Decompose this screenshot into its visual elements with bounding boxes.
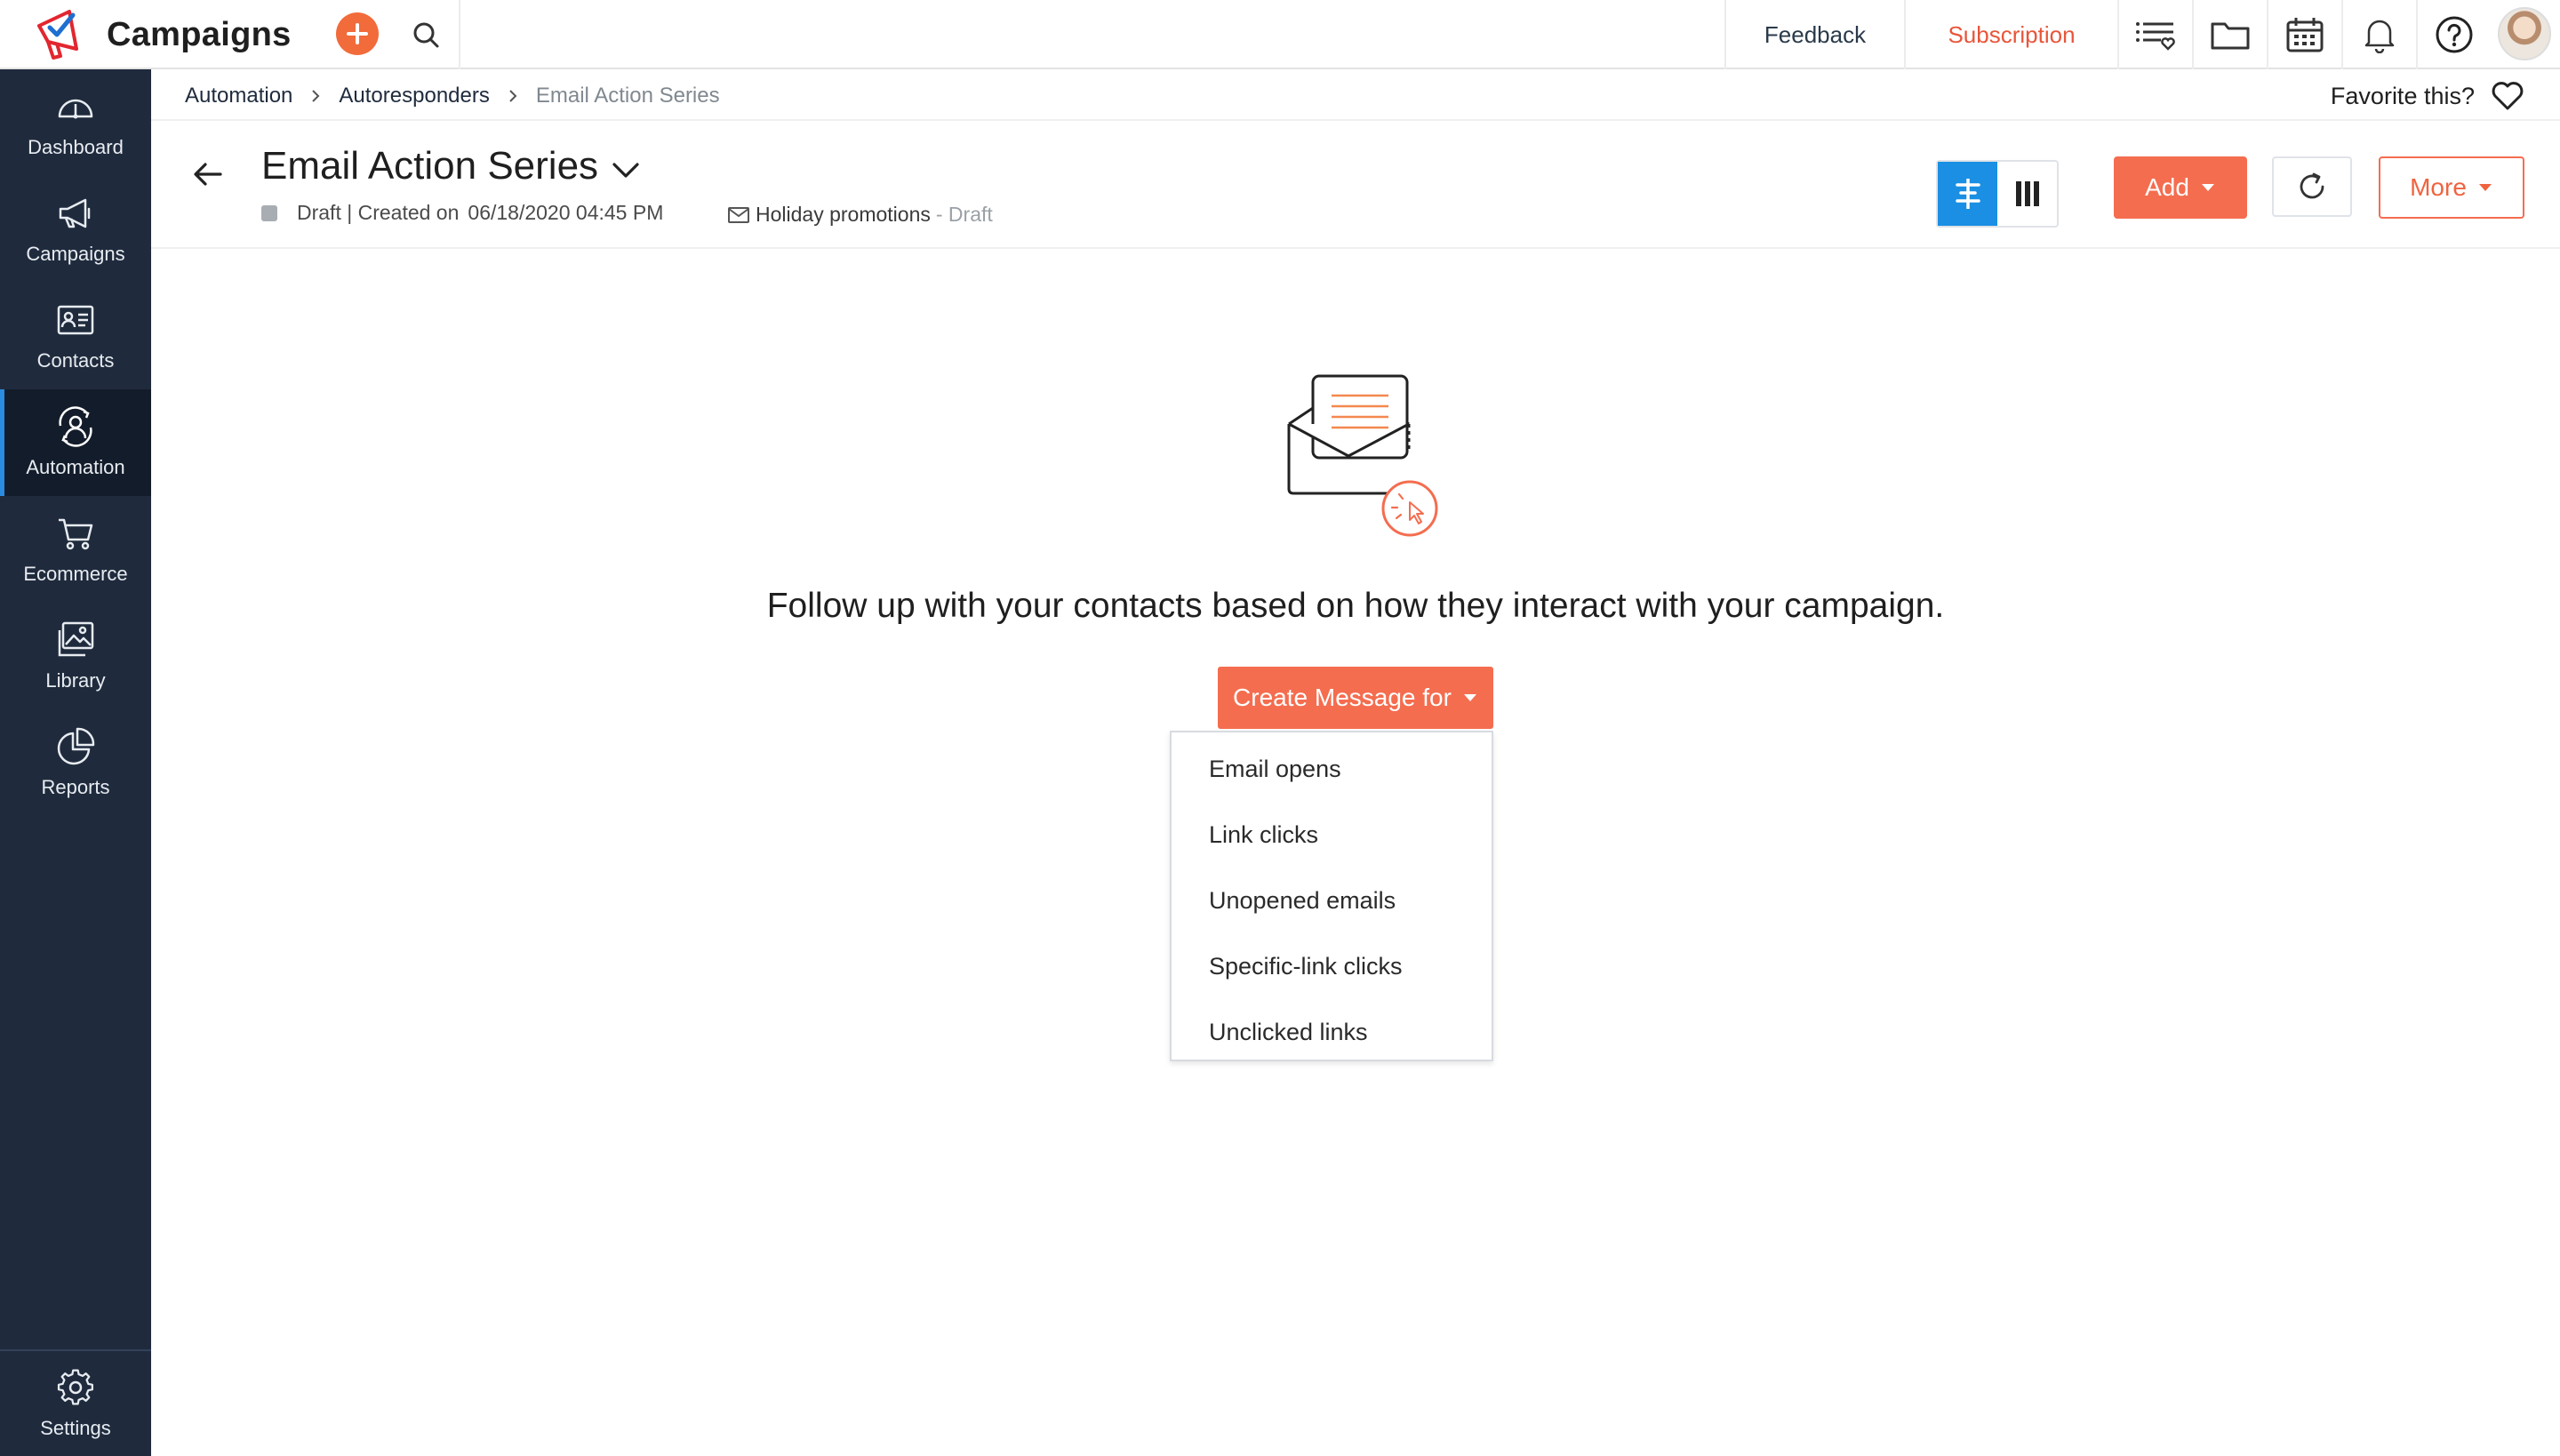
linked-campaign-name[interactable]: Holiday promotions <box>756 203 931 227</box>
caret-down-icon <box>2201 184 2214 191</box>
flow-view-button[interactable] <box>1938 162 1997 226</box>
sidebar-item-dashboard[interactable]: Dashboard <box>0 69 151 176</box>
create-message-label: Create Message for <box>1233 684 1452 711</box>
sidebar-item-library[interactable]: Library <box>0 603 151 709</box>
notifications-button[interactable] <box>2341 0 2416 69</box>
caret-down-icon <box>2478 184 2492 191</box>
column-view-button[interactable] <box>1997 162 2057 226</box>
chevron-right-icon <box>509 90 517 102</box>
dropdown-option-link-clicks[interactable]: Link clicks <box>1172 802 1492 868</box>
status-badge <box>261 204 277 221</box>
search-icon[interactable] <box>407 16 446 55</box>
more-button-label: More <box>2410 173 2467 201</box>
app-name: Campaigns <box>107 15 292 53</box>
bell-icon <box>2364 20 2395 53</box>
sidebar-item-reports[interactable]: Reports <box>0 709 151 816</box>
refresh-icon <box>2300 172 2324 199</box>
favorite-toggle[interactable]: Favorite this? <box>2331 71 2524 121</box>
help-icon <box>2436 16 2473 53</box>
calendar-icon <box>2286 18 2324 52</box>
sidebar-item-label: Reports <box>41 776 110 798</box>
megaphone-icon <box>59 198 91 228</box>
top-bar: Campaigns Feedback Subscription <box>0 0 2560 69</box>
list-heart-button[interactable] <box>2117 0 2192 69</box>
automation-icon <box>59 406 92 447</box>
dropdown-option-email-opens[interactable]: Email opens <box>1172 736 1492 802</box>
subscription-link[interactable]: Subscription <box>1904 0 2117 69</box>
divider <box>459 0 460 69</box>
sidebar-item-label: Library <box>45 669 106 692</box>
page-header: Email Action Series Draft | Created on 0… <box>151 123 2560 249</box>
sidebar-item-label: Campaigns <box>26 243 125 265</box>
created-date: 06/18/2020 04:45 PM <box>468 201 664 224</box>
heart-icon <box>2492 82 2524 110</box>
dashboard-icon <box>58 99 93 119</box>
campaigns-logo-icon <box>37 10 78 60</box>
empty-state-message: Follow up with your contacts based on ho… <box>766 587 1945 625</box>
cart-icon <box>59 518 93 550</box>
breadcrumb: Automation Autoresponders Email Action S… <box>185 71 720 121</box>
dropdown-option-specific-link-clicks[interactable]: Specific-link clicks <box>1172 933 1492 999</box>
contact-card-icon <box>57 305 94 335</box>
sidebar-item-contacts[interactable]: Contacts <box>0 283 151 389</box>
quick-create-button[interactable] <box>336 12 379 55</box>
sidebar-item-label: Automation <box>26 456 125 478</box>
sidebar-item-settings[interactable]: Settings <box>0 1351 151 1456</box>
breadcrumb-automation[interactable]: Automation <box>185 84 292 108</box>
breadcrumb-autoresponders[interactable]: Autoresponders <box>339 84 489 108</box>
back-arrow-icon[interactable] <box>188 155 228 194</box>
list-heart-icon <box>2136 22 2175 51</box>
image-library-icon <box>58 621 94 657</box>
page-title: Email Action Series <box>261 144 599 188</box>
sidebar-item-label: Settings <box>40 1417 111 1439</box>
avatar[interactable] <box>2498 7 2551 60</box>
sidebar-item-ecommerce[interactable]: Ecommerce <box>0 496 151 603</box>
brand[interactable]: Campaigns <box>34 5 292 64</box>
gear-icon <box>57 1369 93 1405</box>
linked-campaign-status: - Draft <box>935 203 993 226</box>
chevron-down-icon[interactable] <box>608 153 644 188</box>
help-button[interactable] <box>2416 0 2491 69</box>
linked-campaign: Holiday promotions - Draft <box>727 203 993 227</box>
create-message-button[interactable]: Create Message for <box>1218 667 1493 729</box>
sidebar-item-automation[interactable]: Automation <box>0 389 151 496</box>
plus-icon <box>347 23 368 44</box>
add-button[interactable]: Add <box>2114 156 2247 219</box>
sidebar: Dashboard Campaigns Contacts Automation … <box>0 69 151 1456</box>
favorite-label: Favorite this? <box>2330 82 2475 109</box>
status-text: Draft | Created on <box>297 201 460 224</box>
view-toggle <box>1936 160 2059 228</box>
sidebar-item-label: Ecommerce <box>23 563 128 585</box>
columns-icon <box>2015 181 2039 206</box>
more-button[interactable]: More <box>2379 156 2524 219</box>
add-button-label: Add <box>2145 173 2189 201</box>
refresh-button[interactable] <box>2272 156 2352 217</box>
flow-view-icon <box>1955 179 1980 209</box>
chevron-right-icon <box>312 90 320 102</box>
pie-chart-icon <box>57 727 95 765</box>
dropdown-option-unopened-emails[interactable]: Unopened emails <box>1172 868 1492 933</box>
breadcrumb-row: Automation Autoresponders Email Action S… <box>151 71 2560 121</box>
status-meta: Draft | Created on 06/18/2020 04:45 PM <box>261 201 663 225</box>
calendar-button[interactable] <box>2267 0 2341 69</box>
feedback-link[interactable]: Feedback <box>1724 0 1904 69</box>
envelope-click-illustration-icon <box>1287 374 1438 537</box>
envelope-icon <box>728 206 749 223</box>
folder-button[interactable] <box>2192 0 2267 69</box>
create-message-dropdown: Email opens Link clicks Unopened emails … <box>1170 731 1493 1061</box>
dropdown-option-unclicked-links[interactable]: Unclicked links <box>1172 999 1492 1065</box>
sidebar-item-campaigns[interactable]: Campaigns <box>0 176 151 283</box>
folder-icon <box>2211 22 2250 50</box>
breadcrumb-current: Email Action Series <box>535 84 720 108</box>
caret-down-icon <box>1463 694 1476 701</box>
sidebar-item-label: Contacts <box>36 349 115 372</box>
sidebar-item-label: Dashboard <box>28 136 124 158</box>
